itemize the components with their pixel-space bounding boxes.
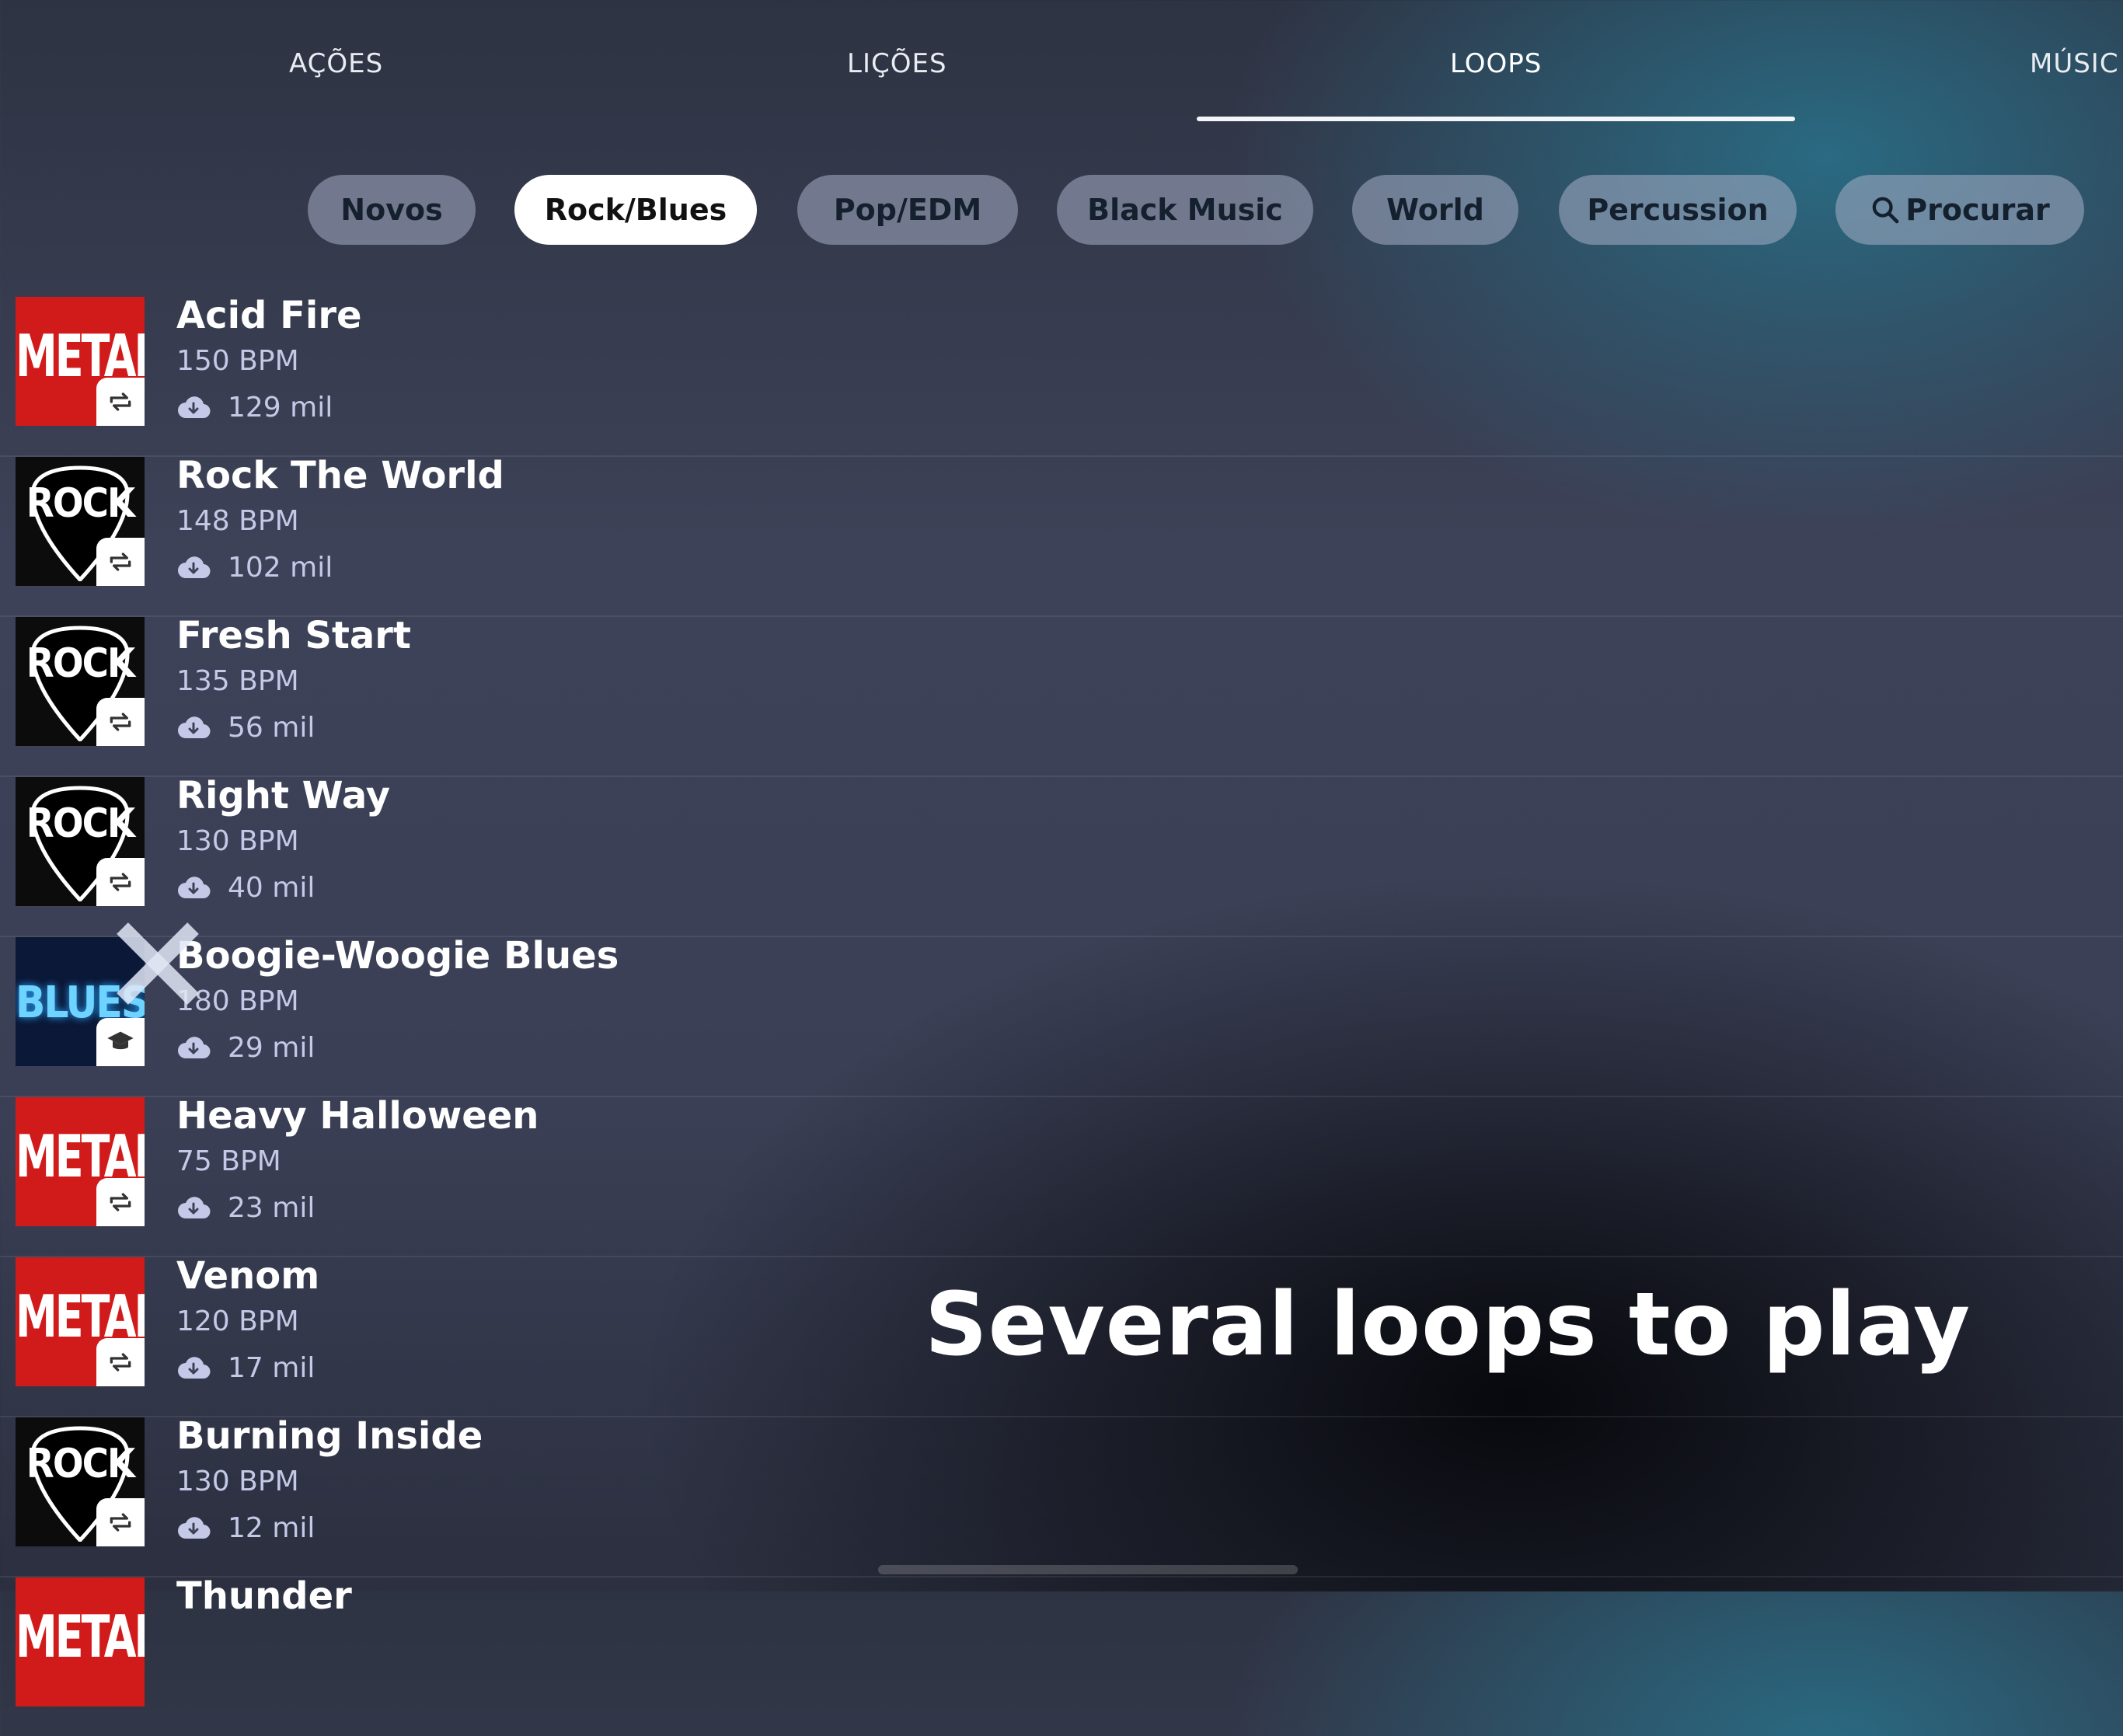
list-item[interactable]: METAL Acid Fire 150 BPM 129 mil bbox=[0, 294, 2123, 457]
download-count-value: 129 mil bbox=[228, 392, 333, 424]
genre-filter-bar: Novos Rock/Blues Pop/EDM Black Music Wor… bbox=[0, 175, 2123, 249]
loop-title: Venom bbox=[176, 1254, 320, 1298]
loop-artwork: ROCK bbox=[16, 617, 145, 746]
download-count: 29 mil bbox=[176, 1032, 315, 1064]
search-icon bbox=[1872, 197, 1899, 224]
filter-novos[interactable]: Novos bbox=[308, 175, 476, 245]
cloud-download-icon bbox=[178, 396, 211, 418]
loop-artwork: ROCK bbox=[16, 1417, 145, 1546]
loop-title: Right Way bbox=[176, 774, 391, 817]
search-label: Procurar bbox=[1905, 193, 2050, 227]
cloud-download-icon bbox=[178, 1356, 211, 1379]
download-count-value: 17 mil bbox=[228, 1352, 315, 1384]
graduation-cap-icon bbox=[96, 1018, 145, 1066]
loop-title: Rock The World bbox=[176, 454, 504, 497]
loop-icon bbox=[96, 1338, 145, 1386]
cloud-download-icon bbox=[178, 556, 211, 578]
loop-artwork: ROCK bbox=[16, 457, 145, 586]
download-count: 102 mil bbox=[176, 552, 333, 584]
loop-title: Burning Inside bbox=[176, 1414, 483, 1458]
loop-title: Boogie-Woogie Blues bbox=[176, 934, 619, 978]
download-count-value: 40 mil bbox=[228, 872, 315, 904]
cloud-download-icon bbox=[178, 716, 211, 738]
download-count: 56 mil bbox=[176, 712, 315, 744]
loop-title: Thunder bbox=[176, 1574, 352, 1618]
home-indicator[interactable] bbox=[878, 1565, 1298, 1574]
loop-artwork: METAL bbox=[16, 1257, 145, 1386]
loop-bpm: 148 BPM bbox=[176, 505, 299, 537]
artwork-label: ROCK bbox=[26, 800, 135, 847]
close-icon[interactable] bbox=[107, 913, 208, 1014]
download-count-value: 56 mil bbox=[228, 712, 315, 744]
cloud-download-icon bbox=[178, 1516, 211, 1539]
artwork-label: ROCK bbox=[26, 1441, 135, 1487]
list-item[interactable]: ROCK Fresh Start 135 BPM 56 mil bbox=[0, 614, 2123, 777]
download-count: 40 mil bbox=[176, 872, 315, 904]
loop-artwork: METAL bbox=[16, 1097, 145, 1226]
download-count: 129 mil bbox=[176, 392, 333, 424]
list-item[interactable]: ROCK Burning Inside 130 BPM 12 mil bbox=[0, 1414, 2123, 1577]
loop-icon bbox=[96, 1498, 145, 1546]
loop-bpm: 135 BPM bbox=[176, 665, 299, 697]
download-count-value: 23 mil bbox=[228, 1192, 315, 1224]
loop-bpm: 150 BPM bbox=[176, 345, 299, 377]
loop-title: Fresh Start bbox=[176, 614, 411, 657]
download-count: 17 mil bbox=[176, 1352, 315, 1384]
loop-artwork: METAL bbox=[16, 297, 145, 426]
loop-bpm: 75 BPM bbox=[176, 1145, 281, 1177]
loop-bpm: 120 BPM bbox=[176, 1305, 299, 1337]
artwork-label: METAL bbox=[16, 1603, 145, 1672]
loop-bpm: 130 BPM bbox=[176, 1466, 299, 1497]
tab-loops[interactable]: LOOPS bbox=[1450, 48, 1542, 79]
promo-caption: Several loops to play bbox=[925, 1274, 1971, 1375]
filter-world[interactable]: World bbox=[1352, 175, 1518, 245]
tab-acoes[interactable]: AÇÕES bbox=[289, 48, 383, 79]
cloud-download-icon bbox=[178, 1036, 211, 1058]
list-item[interactable]: ROCK Right Way 130 BPM 40 mil bbox=[0, 774, 2123, 937]
download-count-value: 29 mil bbox=[228, 1032, 315, 1064]
loop-icon bbox=[96, 858, 145, 906]
loop-icon bbox=[96, 1178, 145, 1226]
download-count: 12 mil bbox=[176, 1512, 315, 1544]
active-tab-indicator bbox=[1197, 117, 1795, 121]
download-count-value: 12 mil bbox=[228, 1512, 315, 1544]
list-item[interactable]: METAL Thunder bbox=[0, 1574, 2123, 1736]
list-item[interactable]: BLUES Boogie-Woogie Blues 180 BPM 29 mil bbox=[0, 934, 2123, 1097]
loop-artwork: ROCK bbox=[16, 777, 145, 906]
artwork-label: ROCK bbox=[26, 640, 135, 687]
cloud-download-icon bbox=[178, 876, 211, 898]
loop-bpm: 130 BPM bbox=[176, 825, 299, 857]
filter-pop-edm[interactable]: Pop/EDM bbox=[797, 175, 1018, 245]
artwork-label: ROCK bbox=[26, 480, 135, 527]
list-item[interactable]: ROCK Rock The World 148 BPM 102 mil bbox=[0, 454, 2123, 617]
filter-percussion[interactable]: Percussion bbox=[1559, 175, 1797, 245]
loop-icon bbox=[96, 378, 145, 426]
loop-title: Acid Fire bbox=[176, 294, 362, 337]
filter-black-music[interactable]: Black Music bbox=[1057, 175, 1313, 245]
loop-title: Heavy Halloween bbox=[176, 1094, 539, 1138]
tab-musicas[interactable]: MÚSIC bbox=[2030, 48, 2119, 79]
loop-artwork: METAL bbox=[16, 1577, 145, 1706]
search-button[interactable]: Procurar bbox=[1835, 175, 2084, 245]
filter-rock-blues[interactable]: Rock/Blues bbox=[514, 175, 757, 245]
cloud-download-icon bbox=[178, 1196, 211, 1218]
loop-icon bbox=[96, 538, 145, 586]
download-count-value: 102 mil bbox=[228, 552, 333, 584]
loop-icon bbox=[96, 698, 145, 746]
list-item[interactable]: METAL Heavy Halloween 75 BPM 23 mil bbox=[0, 1094, 2123, 1257]
download-count: 23 mil bbox=[176, 1192, 315, 1224]
tab-licoes[interactable]: LIÇÕES bbox=[847, 48, 947, 79]
top-tab-bar: AÇÕES LIÇÕES LOOPS MÚSIC bbox=[0, 0, 2123, 124]
